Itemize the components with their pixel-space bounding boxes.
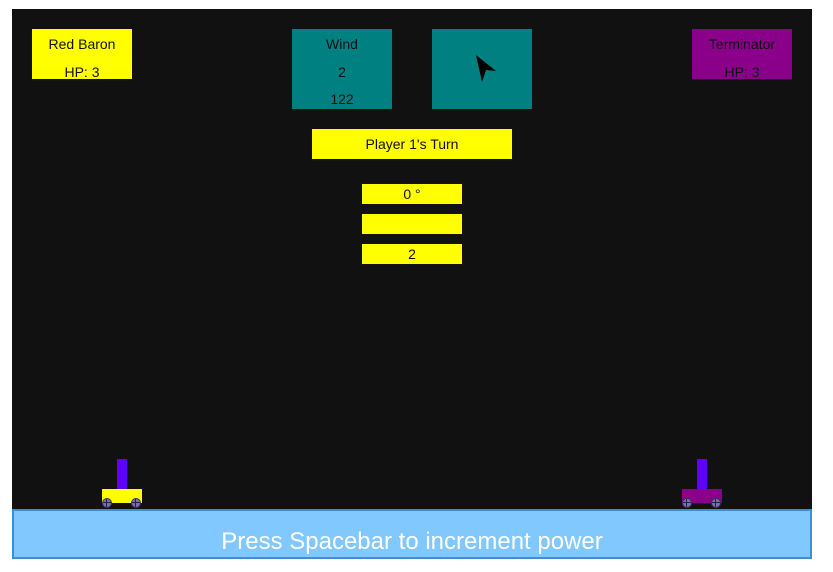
value-display: 2 — [362, 244, 462, 264]
player1-right-wheel — [131, 498, 141, 508]
player2-tank — [682, 459, 722, 509]
player1-status-panel: Red Baron HP: 3 — [32, 29, 132, 80]
player2-status-panel: Terminator HP: 3 — [692, 29, 792, 80]
player2-left-wheel — [682, 498, 692, 508]
angle-display: 0 ° — [362, 184, 462, 204]
player1-hp: HP: 3 — [64, 64, 100, 80]
wind-direction-value: 122 — [330, 91, 354, 107]
ground-instruction-bar: Press Spacebar to increment power — [12, 509, 812, 559]
cursor-arrow-icon — [476, 55, 496, 82]
game-canvas[interactable]: Red Baron HP: 3 Wind 2 122 Terminator HP… — [12, 9, 812, 559]
player2-name: Terminator — [708, 36, 776, 52]
wind-label: Wind — [326, 36, 358, 52]
turn-indicator: Player 1's Turn — [312, 129, 512, 159]
wind-panel: Wind 2 122 — [292, 29, 392, 109]
player1-tank — [102, 459, 142, 509]
player1-cannon-barrel — [117, 459, 127, 493]
wind-direction-panel — [432, 29, 532, 109]
power-display — [362, 214, 462, 234]
player2-cannon-barrel — [697, 459, 707, 493]
player1-left-wheel — [102, 498, 112, 508]
player2-right-wheel — [711, 498, 721, 508]
player2-hp: HP: 3 — [724, 64, 760, 80]
wind-speed: 2 — [338, 64, 346, 80]
player1-name: Red Baron — [48, 36, 116, 52]
